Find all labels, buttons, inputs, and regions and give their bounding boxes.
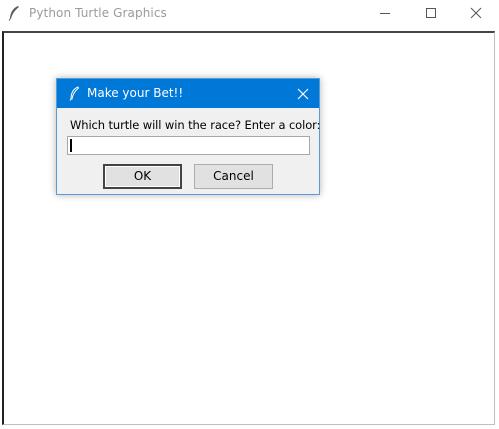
feather-icon (69, 86, 80, 101)
dialog-title: Make your Bet!! (87, 86, 184, 100)
close-icon (470, 7, 482, 19)
minimize-icon (380, 13, 390, 14)
bet-dialog: Make your Bet!! Which turtle will win th… (56, 78, 320, 195)
color-input[interactable] (67, 136, 310, 155)
maximize-button[interactable] (408, 0, 454, 26)
window-title: Python Turtle Graphics (29, 6, 167, 20)
maximize-icon (426, 8, 436, 18)
feather-icon (8, 6, 19, 21)
ok-button[interactable]: OK (103, 164, 182, 189)
dialog-prompt: Which turtle will win the race? Enter a … (70, 118, 321, 132)
cancel-button[interactable]: Cancel (194, 164, 273, 189)
window-titlebar[interactable]: Python Turtle Graphics (0, 0, 499, 26)
text-caret (70, 139, 72, 152)
close-icon[interactable] (295, 86, 311, 102)
minimize-button[interactable] (362, 0, 408, 26)
dialog-titlebar[interactable]: Make your Bet!! (57, 79, 319, 108)
close-button[interactable] (453, 0, 499, 26)
